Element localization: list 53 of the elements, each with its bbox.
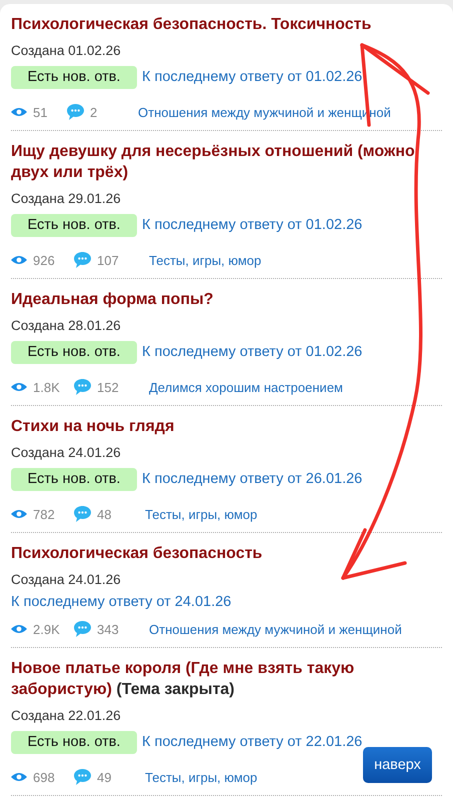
new-replies-badge: Есть нов. отв. bbox=[11, 340, 137, 364]
created-date: Создана 22.01.26 bbox=[11, 707, 121, 725]
views-count: 926 bbox=[33, 252, 55, 268]
created-date: Создана 24.01.26 bbox=[11, 571, 121, 589]
category-link[interactable]: Делимся хорошим настроением bbox=[149, 380, 343, 394]
new-replies-badge: Есть нов. отв. bbox=[11, 66, 137, 88]
views-count: 51 bbox=[33, 104, 48, 120]
comments-count: 343 bbox=[97, 622, 119, 636]
comment-icon bbox=[74, 252, 91, 268]
eye-icon bbox=[11, 772, 27, 782]
topic-title[interactable]: Стихи на ночь глядя bbox=[11, 414, 442, 437]
views-count: 1.8K bbox=[33, 380, 60, 394]
topic-title[interactable]: Психологическая безопасность bbox=[11, 541, 442, 564]
comment-icon bbox=[74, 379, 91, 395]
created-date: Создана 24.01.26 bbox=[11, 444, 121, 462]
eye-icon bbox=[11, 509, 27, 519]
created-date: Создана 28.01.26 bbox=[11, 317, 121, 335]
comments-count: 48 bbox=[97, 506, 112, 522]
eye-icon bbox=[11, 107, 27, 117]
category-link[interactable]: Тесты, игры, юмор bbox=[149, 252, 262, 268]
last-reply-link[interactable]: К последнему ответу от 01.02.26 bbox=[142, 344, 362, 360]
comment-icon bbox=[74, 621, 91, 637]
last-reply-link[interactable]: К последнему ответу от 22.01.26 bbox=[142, 734, 362, 750]
eye-icon bbox=[11, 255, 27, 265]
topic-title[interactable]: Психологическая безопасность. Токсичность bbox=[11, 12, 442, 35]
last-reply-link[interactable]: К последнему ответу от 01.02.26 bbox=[142, 217, 362, 233]
eye-icon bbox=[11, 624, 27, 634]
category-link[interactable]: Тесты, игры, юмор bbox=[145, 770, 258, 784]
views-count: 698 bbox=[33, 770, 55, 784]
created-date: Создана 01.02.26 bbox=[11, 42, 121, 60]
topic-title[interactable]: Идеальная форма попы? bbox=[11, 287, 442, 310]
comment-icon bbox=[67, 104, 84, 120]
views-count: 2.9K bbox=[33, 622, 60, 636]
comments-count: 2 bbox=[90, 104, 98, 120]
last-reply-link[interactable]: К последнему ответу от 01.02.26 bbox=[142, 69, 362, 85]
last-reply-link[interactable]: К последнему ответу от 26.01.26 bbox=[142, 471, 362, 487]
views-count: 782 bbox=[33, 506, 55, 522]
topic-title[interactable]: Ищу девушку для несерьёзных отношений (можно двух или трёх) bbox=[11, 139, 442, 183]
category-link[interactable]: Отношения между мужчиной и женщиной bbox=[149, 622, 402, 636]
new-replies-badge: Есть нов. отв. bbox=[11, 468, 137, 490]
category-link[interactable]: Тесты, игры, юмор bbox=[145, 506, 258, 522]
last-reply-link[interactable]: К последнему ответу от 24.01.26 bbox=[11, 594, 232, 610]
comments-count: 107 bbox=[97, 252, 119, 268]
new-replies-badge: Есть нов. отв. bbox=[11, 214, 137, 236]
new-replies-badge: Есть нов. отв. bbox=[11, 730, 137, 754]
topic-title[interactable]: Новое платье короля (Где мне взять такую забористую) (Тема закрыта) bbox=[11, 656, 442, 700]
comment-icon bbox=[74, 769, 91, 785]
created-date: Создана 29.01.26 bbox=[11, 190, 121, 208]
scroll-top-button[interactable]: наверх bbox=[363, 747, 432, 783]
comment-icon bbox=[74, 506, 91, 522]
eye-icon bbox=[11, 382, 27, 392]
comments-count: 152 bbox=[97, 380, 119, 394]
comments-count: 49 bbox=[97, 770, 112, 784]
